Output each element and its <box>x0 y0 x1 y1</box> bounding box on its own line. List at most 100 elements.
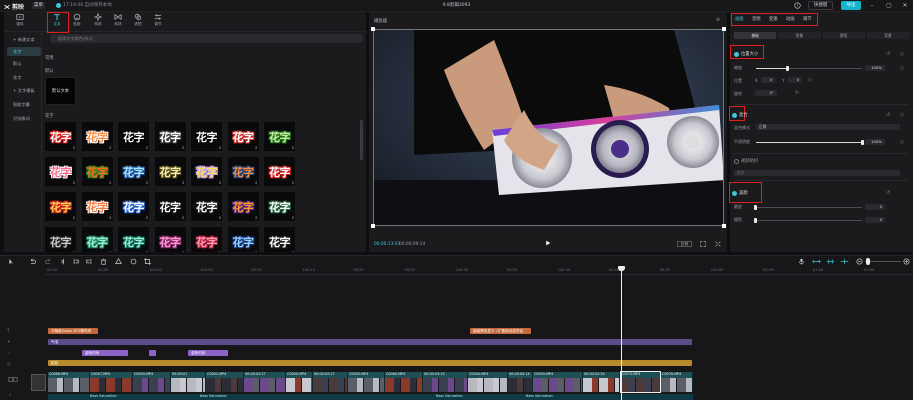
tab-audio[interactable]: 音频 <box>752 16 761 22</box>
video-clip[interactable]: C0050.MP4 <box>133 372 171 392</box>
opacity-input[interactable]: 100% <box>865 139 885 145</box>
keyframe-icon[interactable]: ◇ <box>900 139 904 145</box>
rotate-input[interactable]: 0° <box>755 90 777 96</box>
cover-thumbnail[interactable] <box>31 374 46 391</box>
position-size-toggle[interactable]: 位置大小 <box>734 51 758 57</box>
tab-adjust[interactable]: 调节 <box>150 13 166 31</box>
subtab-mask[interactable]: 蒙版 <box>822 32 865 39</box>
smooth-slider[interactable] <box>756 207 862 208</box>
download-icon[interactable]: ⇩ <box>255 250 258 252</box>
flower-preset[interactable]: 花字⇩ <box>227 192 259 221</box>
download-icon[interactable]: ⇩ <box>72 215 75 220</box>
preview-axis-icon[interactable] <box>840 258 849 265</box>
select-tool-icon[interactable] <box>8 258 15 265</box>
flower-search-input[interactable]: 搜索花字颜色/样式 <box>50 34 363 43</box>
flower-preset[interactable]: 花字⇩ <box>154 122 186 151</box>
tab-media[interactable]: 媒体 <box>12 13 28 31</box>
download-icon[interactable]: ⇩ <box>109 250 112 252</box>
flower-preset[interactable]: 花字⇩ <box>264 227 295 252</box>
split-left-icon[interactable] <box>72 258 79 265</box>
tab-adjust-inspector[interactable]: 调节 <box>803 16 812 22</box>
selected-clip-outline[interactable] <box>620 371 661 393</box>
video-clip[interactable]: C0055.MP4 <box>348 372 385 392</box>
pos-x-input[interactable]: 0 <box>761 77 775 83</box>
thin-face-slider-knob[interactable] <box>754 218 757 223</box>
audio-track[interactable]: Bass Saturation Bass Saturation Bass Satur… <box>48 394 693 400</box>
stabilize-toggle[interactable]: 视频防抖 <box>734 158 758 164</box>
download-icon[interactable]: ⇩ <box>255 145 258 150</box>
zoom-in-icon[interactable] <box>903 258 910 265</box>
flower-preset[interactable]: 花字⇩ <box>264 157 295 186</box>
fx-clip[interactable]: 金粉闪烁 <box>82 350 128 356</box>
maximize-icon[interactable]: ▢ <box>885 2 893 10</box>
tab-filter[interactable]: 滤镜 <box>130 13 146 31</box>
video-clip[interactable]: 00:00:02:20 <box>583 372 620 392</box>
crop-icon[interactable] <box>144 258 151 265</box>
tab-picture[interactable]: 画面 <box>735 16 744 22</box>
main-video-track[interactable]: C0066.MP4 C0047.MP4 C0050.MP4 00:00:01 C0051… <box>48 372 693 392</box>
flower-preset[interactable]: 花字⇩ <box>227 227 259 252</box>
thin-face-slider[interactable] <box>756 220 862 221</box>
flower-preset[interactable]: 花字⇩ <box>45 227 76 252</box>
flower-preset[interactable]: 花字⇩ <box>45 122 76 151</box>
nav-lyrics[interactable]: 识别歌词 <box>7 114 41 123</box>
video-clip[interactable]: 00:00:00:14 <box>508 372 533 392</box>
video-clip[interactable]: C0050.MP4 <box>286 372 313 392</box>
snap-icon[interactable] <box>826 258 835 265</box>
download-icon[interactable]: ⇩ <box>182 180 185 185</box>
split-right-icon[interactable] <box>86 258 93 265</box>
video-clip[interactable]: 00:00:02:27 <box>313 372 348 392</box>
tab-transition[interactable]: 转场 <box>110 13 126 31</box>
nav-smart-subtitle[interactable]: 智能字幕 <box>7 100 41 109</box>
download-icon[interactable]: ⇩ <box>145 180 148 185</box>
download-icon[interactable]: ⇩ <box>218 180 221 185</box>
download-icon[interactable]: ⇩ <box>72 250 75 252</box>
flower-preset[interactable]: 花字⇩ <box>81 227 113 252</box>
play-icon[interactable] <box>545 240 551 246</box>
redo-icon[interactable] <box>45 258 52 265</box>
flower-preset[interactable]: 花字⇩ <box>81 122 113 151</box>
zoom-slider[interactable] <box>865 261 901 262</box>
shortcut-button[interactable]: 快捷键 <box>808 1 833 10</box>
minimize-icon[interactable]: – <box>868 2 876 10</box>
grid-scrollbar[interactable] <box>360 120 363 160</box>
fullscreen-icon[interactable] <box>700 241 706 247</box>
mirror-icon[interactable] <box>130 258 137 265</box>
reset-icon[interactable]: ↺ <box>886 51 890 57</box>
thin-face-input[interactable]: 0 <box>865 217 885 223</box>
text-clip[interactable]: 超级黑色显卡 / 扩散新品发布会 <box>470 328 531 334</box>
flower-preset[interactable]: 花字⇩ <box>81 192 113 221</box>
reset-icon[interactable]: ↺ <box>886 190 890 196</box>
tab-effects[interactable]: 特效 <box>90 13 106 31</box>
flower-preset[interactable]: 花字⇩ <box>81 157 113 186</box>
tab-sticker[interactable]: 贴纸 <box>69 13 85 31</box>
ratio-button[interactable]: 比例 <box>677 241 692 247</box>
flower-preset[interactable]: 花字⇩ <box>191 122 222 151</box>
fit-screen-icon[interactable] <box>715 241 721 247</box>
subtab-keying[interactable]: 抠像 <box>778 32 821 39</box>
delete-icon[interactable] <box>100 258 107 265</box>
video-clip[interactable]: 00:00:01 <box>171 372 206 392</box>
download-icon[interactable]: ⇩ <box>182 145 185 150</box>
keyframe-icon[interactable]: ◇ <box>900 51 904 57</box>
keyframe-icon[interactable]: ◇ <box>900 65 904 71</box>
video-clip[interactable]: 00:00:02:27 <box>244 372 286 392</box>
smooth-slider-knob[interactable] <box>754 205 757 210</box>
download-icon[interactable]: ⇩ <box>291 145 294 150</box>
flower-preset[interactable]: 花字⇩ <box>191 192 222 221</box>
microphone-icon[interactable] <box>798 258 805 265</box>
download-icon[interactable]: ⇩ <box>145 215 148 220</box>
download-icon[interactable]: ⇩ <box>145 145 148 150</box>
download-icon[interactable]: ⇩ <box>182 250 185 252</box>
crop-handle[interactable] <box>371 224 375 228</box>
download-icon[interactable]: ⇩ <box>291 215 294 220</box>
default-text-card[interactable]: 默认文本 <box>45 77 76 105</box>
download-icon[interactable]: ⇩ <box>182 215 185 220</box>
download-icon[interactable]: ⇩ <box>218 215 221 220</box>
nav-text-template[interactable]: + 文字模板 <box>7 86 41 95</box>
video-clip[interactable]: C0060.MP4 <box>385 372 423 392</box>
text-clip[interactable]: 今晚就Game 8TS等你来 <box>48 328 98 334</box>
freeze-icon[interactable] <box>115 258 122 265</box>
blend-mode-select[interactable]: 正常 <box>756 124 900 130</box>
playhead[interactable] <box>621 266 622 400</box>
